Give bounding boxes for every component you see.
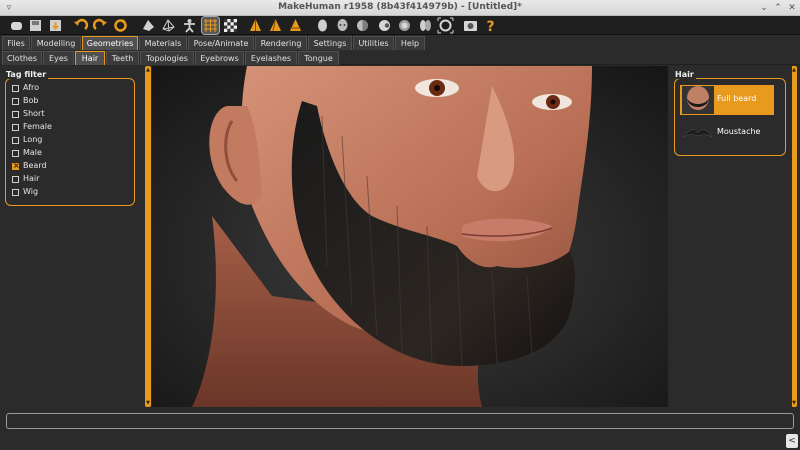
sub-tabs: Clothes Eyes Hair Teeth Topologies Eyebr… (0, 50, 800, 65)
left-scroll-slider[interactable]: ▲ ▼ (145, 66, 151, 407)
left-panel: Tag filter Afro Bob Short Female Long Male Bea… (0, 66, 145, 408)
side-view-icon[interactable] (267, 17, 284, 34)
tab-geometries[interactable]: Geometries (82, 36, 138, 50)
tab-eyes[interactable]: Eyes (43, 51, 74, 65)
tag-filter-label: Beard (23, 161, 47, 170)
eye-icon[interactable] (376, 17, 393, 34)
save-icon[interactable] (27, 17, 44, 34)
hair-item-full-beard[interactable]: Full beard (680, 85, 774, 115)
redo-icon[interactable] (92, 17, 109, 34)
full-beard-label: Full beard (717, 94, 757, 103)
front-view-icon[interactable] (247, 17, 264, 34)
skull-icon[interactable] (334, 17, 351, 34)
minimize-icon[interactable]: ⌄ (758, 2, 770, 14)
window-title: MakeHuman r1958 (8b43f414979b) - [Untitl… (278, 2, 522, 12)
scroll-down-icon[interactable]: ▼ (145, 400, 151, 406)
pose-icon[interactable] (181, 17, 198, 34)
grid-icon[interactable] (201, 16, 220, 35)
moustache-label: Moustache (717, 127, 761, 136)
right-panel: Hair Full beard Moustache (670, 66, 792, 408)
tag-filter-label: Long (23, 135, 43, 144)
tag-filter-label: Male (23, 148, 42, 157)
checkbox[interactable] (12, 176, 19, 183)
tab-topologies[interactable]: Topologies (140, 51, 194, 65)
checkbox[interactable] (12, 137, 19, 144)
tab-eyebrows[interactable]: Eyebrows (195, 51, 244, 65)
hair-group-title: Hair (673, 70, 696, 79)
checkbox[interactable] (12, 98, 19, 105)
tab-tongue[interactable]: Tongue (298, 51, 339, 65)
sphere-icon[interactable] (354, 17, 371, 34)
face-icon[interactable] (417, 17, 434, 34)
frame-icon[interactable] (437, 17, 454, 34)
svg-text:?: ? (486, 19, 494, 34)
tab-files[interactable]: Files (2, 36, 30, 50)
3d-viewport[interactable] (152, 66, 668, 407)
moustache-thumbnail (682, 119, 714, 147)
tag-filter-label: Wig (23, 187, 39, 196)
model-render (152, 66, 668, 407)
head-icon[interactable] (314, 17, 331, 34)
tab-eyelashes[interactable]: Eyelashes (245, 51, 297, 65)
tag-filter-label: Short (23, 109, 45, 118)
checkbox[interactable] (12, 111, 19, 118)
tab-pose-animate[interactable]: Pose/Animate (188, 36, 254, 50)
help-icon[interactable]: ? (482, 17, 499, 34)
torso-icon[interactable] (396, 17, 413, 34)
tab-rendering[interactable]: Rendering (255, 36, 307, 50)
new-icon[interactable] (8, 17, 25, 34)
reset-icon[interactable] (112, 17, 129, 34)
tab-utilities[interactable]: Utilities (353, 36, 394, 50)
undo-icon[interactable] (72, 17, 89, 34)
wireframe-icon[interactable] (160, 17, 177, 34)
tab-materials[interactable]: Materials (139, 36, 187, 50)
checkbox[interactable] (12, 124, 19, 131)
hair-item-moustache[interactable]: Moustache (680, 118, 774, 148)
tab-clothes[interactable]: Clothes (2, 51, 42, 65)
maximize-icon[interactable]: ⌃ (772, 2, 784, 14)
full-beard-thumbnail (682, 86, 714, 114)
scroll-up-icon[interactable]: ▲ (145, 67, 151, 73)
top-view-icon[interactable] (287, 17, 304, 34)
tab-teeth[interactable]: Teeth (106, 51, 139, 65)
checkbox[interactable] (12, 161, 20, 170)
tag-filter-label: Afro (23, 83, 40, 92)
checkbox[interactable] (12, 85, 19, 92)
tag-filter-label: Female (23, 122, 52, 131)
tab-help[interactable]: Help (395, 36, 425, 50)
checker-icon[interactable] (222, 17, 239, 34)
camera-icon[interactable] (462, 17, 479, 34)
smooth-icon[interactable] (140, 17, 157, 34)
checkbox[interactable] (12, 189, 19, 196)
main-tabs: Files Modelling Geometries Materials Pos… (0, 35, 800, 50)
tag-filter-label: Bob (23, 96, 39, 105)
close-icon[interactable]: ✕ (786, 2, 798, 14)
tag-filter-label: Hair (23, 174, 40, 183)
tab-hair[interactable]: Hair (75, 51, 105, 65)
makehuman-window: ▿ MakeHuman r1958 (8b43f414979b) - [Unti… (0, 0, 800, 450)
bottom-bar: < (0, 432, 800, 450)
tab-settings[interactable]: Settings (308, 36, 352, 50)
status-input[interactable] (6, 413, 794, 429)
export-icon[interactable] (47, 17, 64, 34)
tab-modelling[interactable]: Modelling (31, 36, 81, 50)
checkbox[interactable] (12, 150, 19, 157)
toolbar: ? (0, 16, 800, 35)
collapse-button[interactable]: < (786, 434, 798, 448)
title-bar: ▿ MakeHuman r1958 (8b43f414979b) - [Unti… (0, 0, 800, 16)
tag-filter-title: Tag filter (4, 70, 49, 79)
